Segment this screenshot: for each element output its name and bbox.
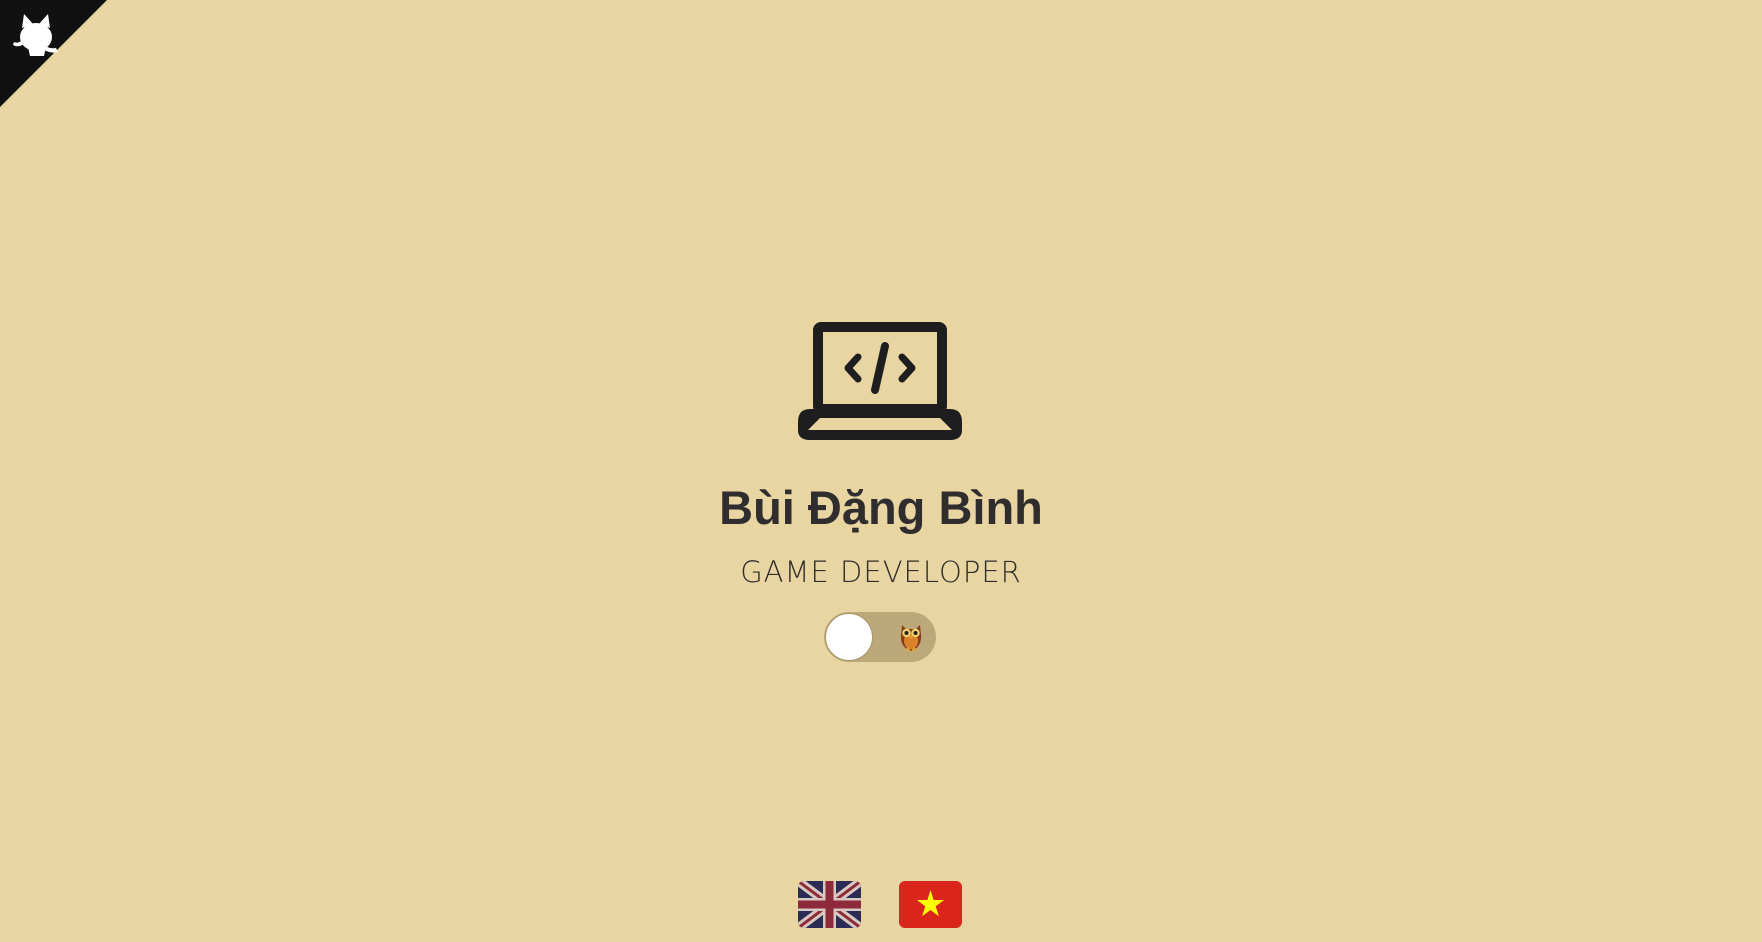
github-octocat-icon [0,0,107,107]
language-selector [798,881,963,928]
vietnam-flag-icon [899,881,962,928]
laptop-code-icon [798,322,962,440]
uk-flag-icon [798,881,861,928]
github-corner-link[interactable] [0,0,107,107]
owl-icon [900,625,922,652]
page-subtitle: GAME DEVELOPER [740,555,1022,589]
toggle-knob[interactable] [825,613,873,661]
language-vietnamese-button[interactable] [899,881,962,928]
page-title: Bùi Đặng Bình [719,481,1043,534]
language-english-button[interactable] [798,881,861,928]
theme-toggle[interactable] [824,612,936,662]
